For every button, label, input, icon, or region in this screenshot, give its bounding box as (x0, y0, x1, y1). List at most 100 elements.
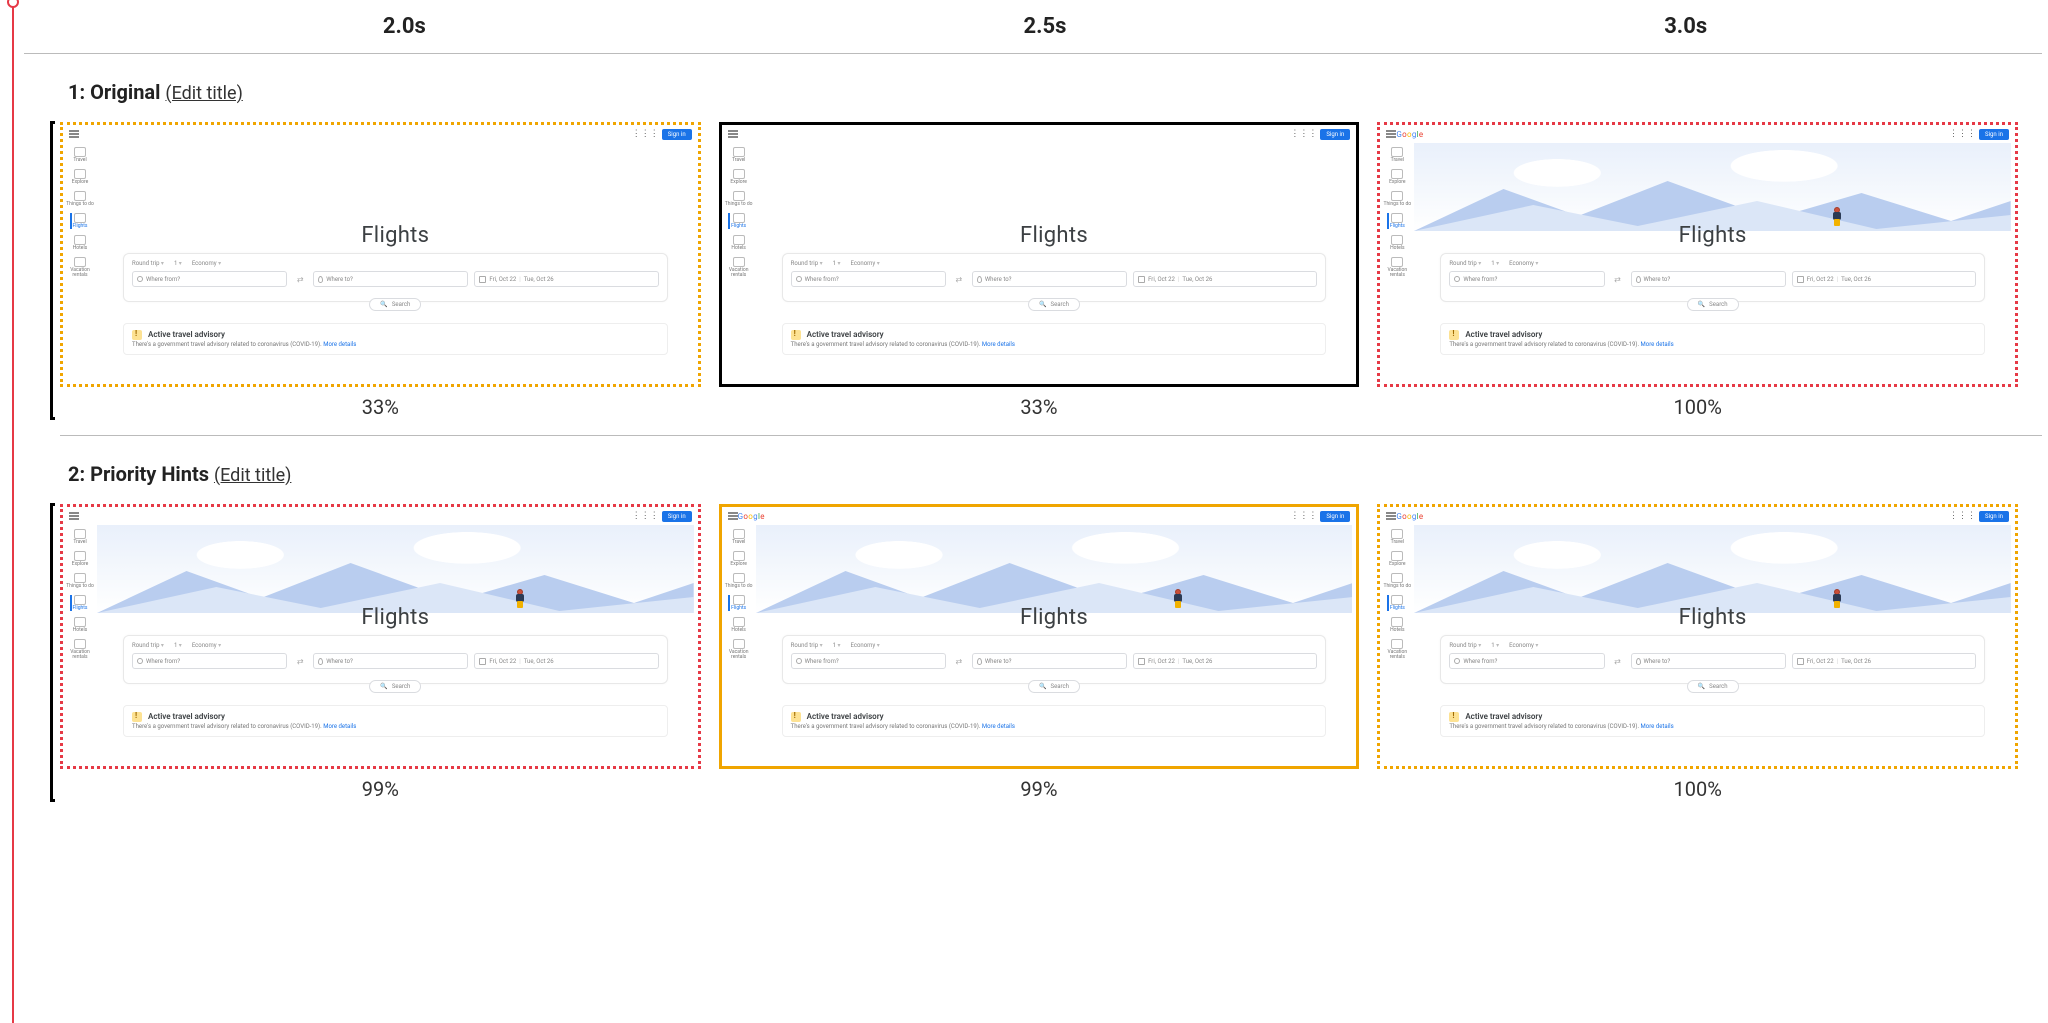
hero-blank (756, 143, 1353, 231)
destination-input: Where to? (313, 271, 468, 287)
search-card: Round trip 1 Economy Where from? ⇄ Where… (123, 253, 668, 302)
page-title: Flights (1414, 605, 2011, 630)
apps-grid-icon: ⋮⋮⋮ (1949, 129, 1976, 139)
time-col-1: 2.5s (725, 14, 1366, 39)
filmstrip-frame[interactable]: Google ⋮⋮⋮ Sign in Travel Explore Things… (1377, 122, 2018, 387)
row-title-original: 1: Original (Edit title) (68, 80, 2042, 104)
side-nav: Travel Explore Things to do Flights Hote… (65, 147, 95, 278)
page-title: Flights (97, 223, 694, 248)
search-icon: 🔍 (1698, 301, 1705, 308)
row-label: Priority Hints (90, 462, 209, 486)
signin-button: Sign in (1320, 511, 1350, 522)
warning-icon (1449, 712, 1459, 722)
apps-grid-icon: ⋮⋮⋮ (632, 129, 659, 139)
advisory-link: More details (323, 341, 356, 348)
progress-label: 100% (1377, 777, 2018, 801)
filmstrip-frame[interactable]: Google ⋮⋮⋮ Sign in Travel Explore Things… (1377, 504, 2018, 769)
side-nav: Travel Explore Things to do Flights Hote… (724, 529, 754, 660)
filmstrip-frame[interactable]: ⋮⋮⋮ Sign in Travel Explore Things to do … (60, 122, 701, 387)
origin-input: Where from? (132, 271, 287, 287)
timeline-marker-icon (7, 0, 19, 8)
apps-grid-icon: ⋮⋮⋮ (632, 511, 659, 521)
hamburger-icon (728, 512, 738, 520)
page-title: Flights (756, 605, 1353, 630)
hamburger-icon (69, 130, 79, 138)
side-nav: Travel Explore Things to do Flights Hote… (1382, 147, 1412, 278)
search-card: Round trip 1 Economy Where from? ⇄ Where… (1440, 253, 1985, 302)
hero-blank (97, 143, 694, 231)
side-nav: Travel Explore Things to do Flights Hote… (724, 147, 754, 278)
row-prefix: 2: (68, 462, 85, 486)
progress-label: 99% (719, 777, 1360, 801)
signin-button: Sign in (1320, 129, 1350, 140)
edit-title-link[interactable]: (Edit title) (165, 83, 242, 104)
filmstrip-frame[interactable]: ⋮⋮⋮ Sign in Travel Explore Things to do … (60, 504, 701, 769)
frame-original-2: Google ⋮⋮⋮ Sign in Travel Explore Things… (1377, 122, 2018, 419)
signin-button: Sign in (1979, 129, 2009, 140)
hamburger-icon (728, 130, 738, 138)
warning-icon (1449, 330, 1459, 340)
side-nav: Travel Explore Things to do Flights Hote… (1382, 529, 1412, 660)
progress-label: 33% (719, 395, 1360, 419)
search-card: Round trip 1 Economy Where from? ⇄ Where… (782, 253, 1327, 302)
page-title: Flights (1414, 223, 2011, 248)
search-icon: 🔍 (1039, 301, 1046, 308)
row-selection-bracket (50, 503, 55, 802)
hamburger-icon (1386, 130, 1396, 138)
time-col-2: 3.0s (1365, 14, 2006, 39)
search-button: 🔍Search (369, 298, 421, 311)
filmstrip-frame[interactable]: ⋮⋮⋮ Sign in Travel Explore Things to do … (719, 122, 1360, 387)
apps-grid-icon: ⋮⋮⋮ (1949, 511, 1976, 521)
warning-icon (791, 330, 801, 340)
warning-icon (132, 330, 142, 340)
trip-chip: Round trip (132, 260, 164, 267)
search-icon: 🔍 (1698, 683, 1705, 690)
google-logo: Google (738, 512, 765, 521)
frame-original-1: ⋮⋮⋮ Sign in Travel Explore Things to do … (719, 122, 1360, 419)
row-selection-bracket (50, 121, 55, 420)
swap-icon: ⇄ (293, 271, 307, 287)
warning-icon (132, 712, 142, 722)
row-prefix: 1: (68, 80, 85, 104)
signin-button: Sign in (1979, 511, 2009, 522)
frame-original-0: ⋮⋮⋮ Sign in Travel Explore Things to do … (60, 122, 701, 419)
hero-illustration (97, 525, 694, 613)
page-title: Flights (756, 223, 1353, 248)
google-logo: Google (1396, 512, 1423, 521)
search-icon: 🔍 (1039, 683, 1046, 690)
signin-button: Sign in (662, 511, 692, 522)
search-icon: 🔍 (380, 301, 387, 308)
hero-illustration (1414, 525, 2011, 613)
google-logo: Google (1396, 130, 1423, 139)
filmstrip-frame[interactable]: Google ⋮⋮⋮ Sign in Travel Explore Things… (719, 504, 1360, 769)
advisory-banner: Active travel advisory There's a governm… (123, 323, 668, 355)
row-title-priority-hints: 2: Priority Hints (Edit title) (68, 462, 2042, 486)
edit-title-link[interactable]: (Edit title) (214, 465, 291, 486)
dates-input: Fri, Oct 22|Tue, Oct 26 (474, 271, 658, 287)
cabin-chip: Economy (192, 260, 221, 267)
progress-label: 99% (60, 777, 701, 801)
hamburger-icon (1386, 512, 1396, 520)
pax-chip: 1 (174, 260, 182, 267)
frame-priorityhints-2: Google ⋮⋮⋮ Sign in Travel Explore Things… (1377, 504, 2018, 801)
progress-label: 33% (60, 395, 701, 419)
frame-priorityhints-0: ⋮⋮⋮ Sign in Travel Explore Things to do … (60, 504, 701, 801)
progress-label: 100% (1377, 395, 2018, 419)
row-label: Original (90, 80, 160, 104)
comparison-row-priority-hints: 2: Priority Hints (Edit title) ⋮⋮⋮ Sign … (24, 436, 2042, 801)
time-header: 2.0s 2.5s 3.0s (24, 0, 2042, 54)
apps-grid-icon: ⋮⋮⋮ (1290, 129, 1317, 139)
page-title: Flights (97, 605, 694, 630)
timeline-vertical-line (12, 0, 14, 1023)
side-nav: Travel Explore Things to do Flights Hote… (65, 529, 95, 660)
signin-button: Sign in (662, 129, 692, 140)
warning-icon (791, 712, 801, 722)
frame-priorityhints-1: Google ⋮⋮⋮ Sign in Travel Explore Things… (719, 504, 1360, 801)
search-icon: 🔍 (380, 683, 387, 690)
hero-illustration (756, 525, 1353, 613)
hero-illustration (1414, 143, 2011, 231)
comparison-row-original: 1: Original (Edit title) ⋮⋮⋮ Sign in (24, 54, 2042, 436)
time-col-0: 2.0s (84, 14, 725, 39)
hamburger-icon (69, 512, 79, 520)
apps-grid-icon: ⋮⋮⋮ (1290, 511, 1317, 521)
